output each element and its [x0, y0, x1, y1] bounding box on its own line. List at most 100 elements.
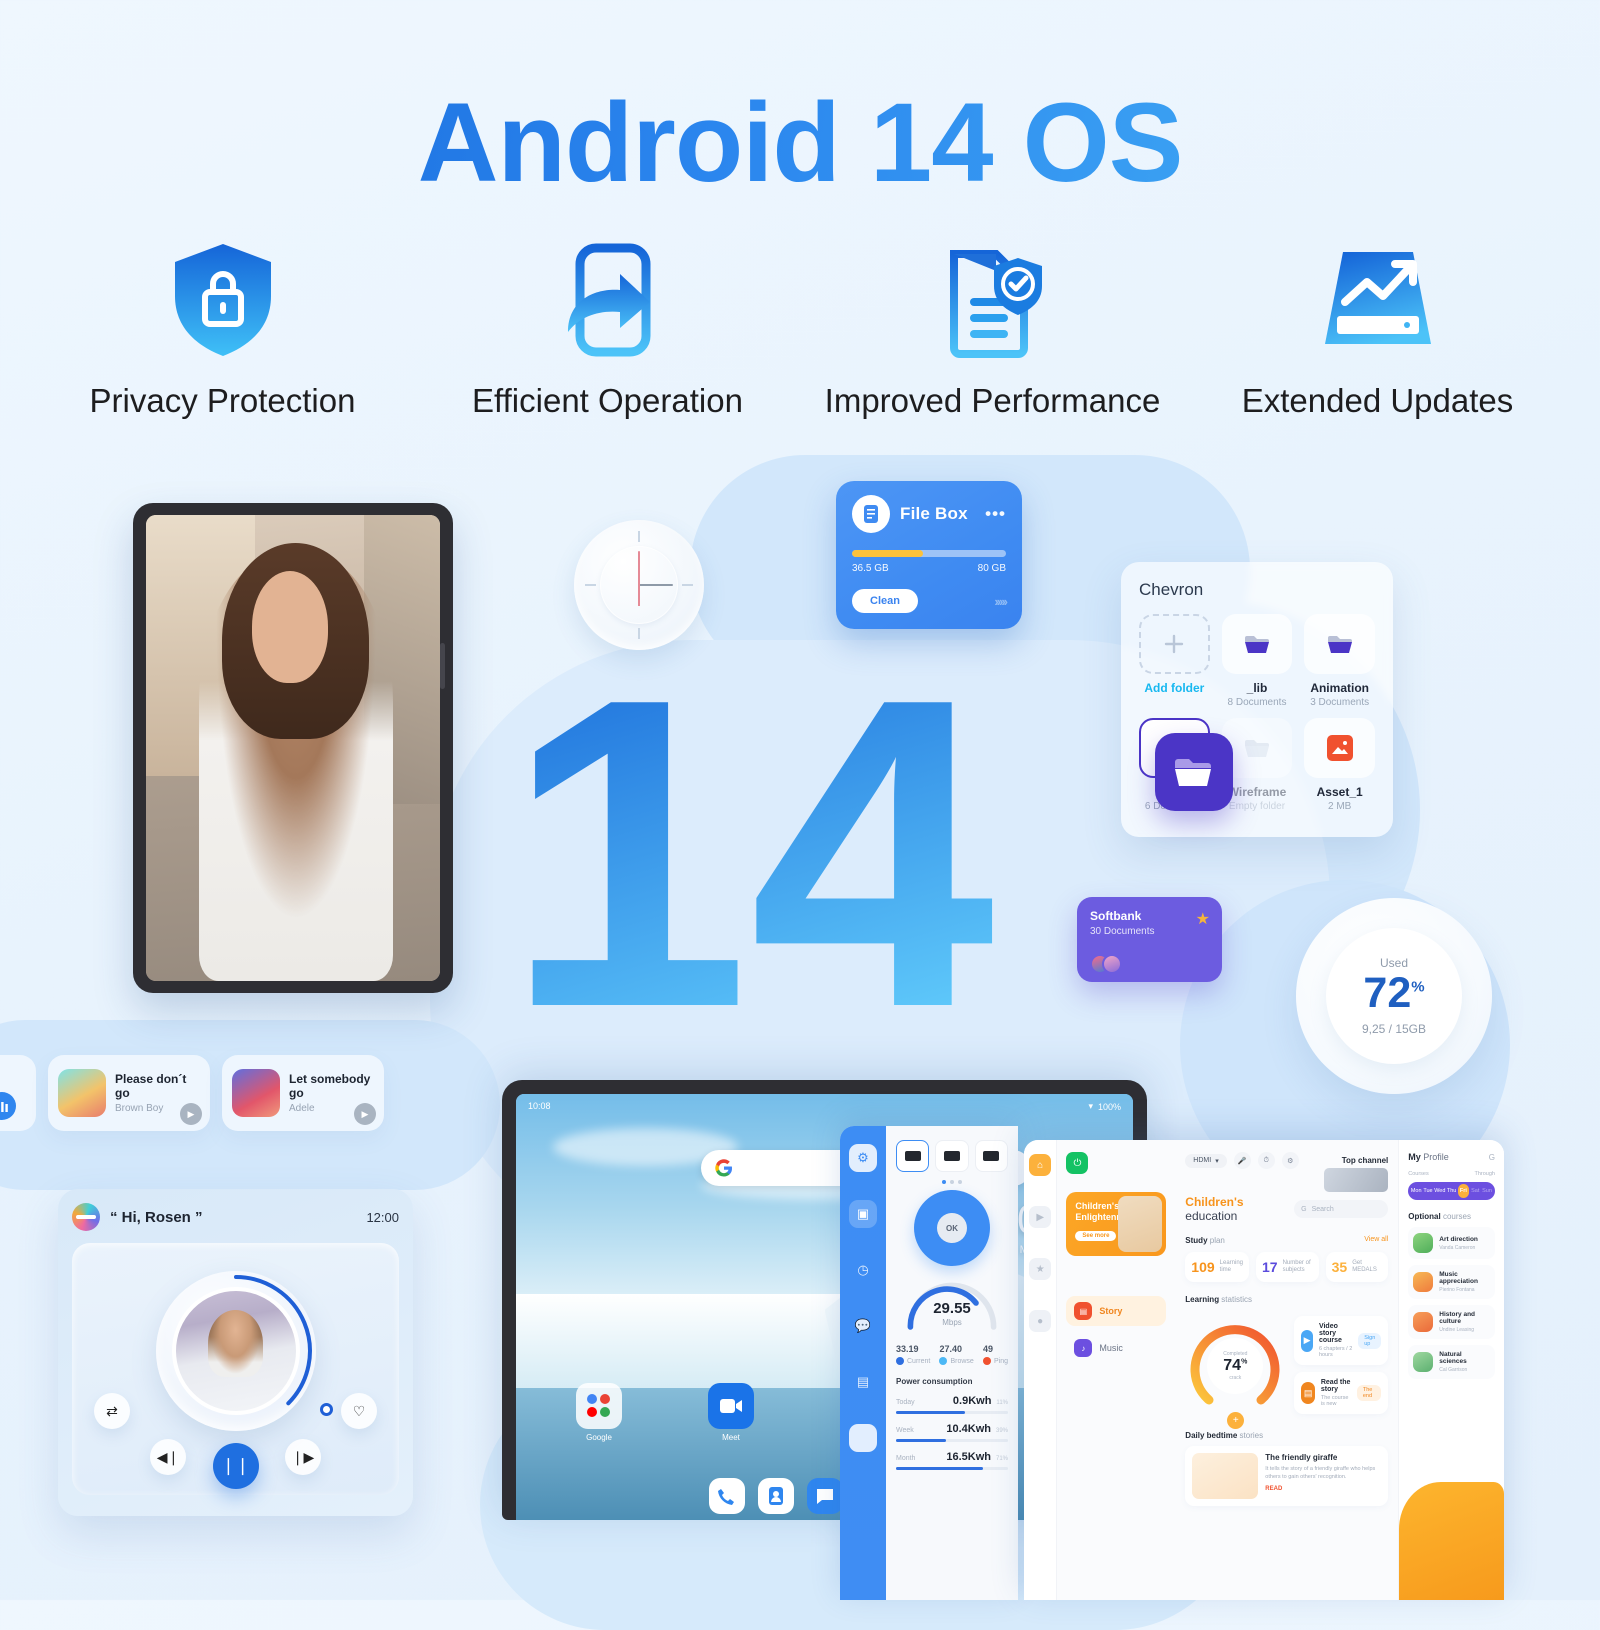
giraffe-footer-illustration [1399, 1482, 1504, 1600]
player-header: “ Hi, Rosen ” 12:00 [72, 1203, 399, 1231]
clock-tick [638, 531, 640, 542]
folder-sub: 3 Documents [1310, 697, 1370, 708]
profile-search-icon[interactable]: G [1489, 1153, 1495, 1162]
file-box-card[interactable]: File Box ••• 36.5 GB 80 GB Clean ››››› [836, 481, 1022, 629]
stat-card-medals[interactable]: 35 Get MEDALS [1325, 1252, 1389, 1282]
avatar-group [1090, 954, 1122, 974]
remote-control-dpad[interactable]: OK [914, 1190, 990, 1266]
device-option[interactable] [896, 1140, 930, 1172]
day-fri[interactable]: Fri [1457, 1184, 1470, 1198]
optional-course-music[interactable]: Music appreciation Pierino Fontana [1408, 1265, 1495, 1299]
sidebar-chat-icon[interactable]: 💬 [849, 1312, 877, 1340]
player-clock: 12:00 [366, 1209, 399, 1225]
song-card[interactable]: Please don´t go Brown Boy ▶ [48, 1055, 210, 1131]
read-link[interactable]: READ [1265, 1486, 1381, 1492]
day-sat[interactable]: Sat [1469, 1184, 1481, 1198]
view-all-link[interactable]: View all [1364, 1236, 1388, 1243]
shuffle-button[interactable]: ⇄ [94, 1393, 130, 1429]
optional-course-art[interactable]: Art direction Vanda Cameron [1408, 1227, 1495, 1259]
clock-widget [574, 520, 704, 650]
book-icon: ▤ [1301, 1382, 1315, 1404]
course-item-video[interactable]: ▶ Video story course 6 chapters / 2 hour… [1294, 1316, 1389, 1365]
optional-course-science[interactable]: Natural sciences Cal Garrison [1408, 1345, 1495, 1379]
play-icon[interactable]: ▶ [354, 1103, 376, 1125]
power-icon[interactable]: ⏻ [1066, 1152, 1089, 1174]
song-card-partial[interactable] [0, 1055, 36, 1131]
stat-card-learning-time[interactable]: 109 Learning time [1185, 1252, 1250, 1282]
course-tag[interactable]: Sign up [1358, 1332, 1382, 1349]
app-google[interactable]: Google [576, 1383, 622, 1442]
day-wed[interactable]: Wed [1434, 1184, 1446, 1198]
star-icon[interactable]: ★ [1196, 909, 1210, 929]
folder-item-animation[interactable]: Animation 3 Documents [1304, 614, 1375, 708]
sidebar-home-icon[interactable]: ⌂ [1029, 1154, 1052, 1176]
clock-minute-hand [638, 551, 640, 585]
carousel-dots[interactable] [896, 1180, 1008, 1184]
next-button[interactable]: ❘▶ [285, 1439, 321, 1475]
course-tag[interactable]: The end [1356, 1385, 1382, 1401]
sidebar-video-icon[interactable]: ▶ [1029, 1206, 1052, 1228]
search-input[interactable]: G Search [1294, 1200, 1389, 1218]
play-icon[interactable]: ▶ [180, 1103, 202, 1125]
hdmi-select[interactable]: HDMI ▾ [1185, 1153, 1227, 1168]
banner-button[interactable]: See more [1075, 1230, 1117, 1241]
device-option[interactable] [974, 1140, 1008, 1172]
stat-card-subjects[interactable]: 17 Number of subjects [1256, 1252, 1319, 1282]
app-meet[interactable]: Meet [708, 1383, 754, 1442]
day-mon[interactable]: Mon [1410, 1184, 1422, 1198]
sidebar-avatar[interactable] [849, 1424, 877, 1452]
progress-handle[interactable] [320, 1403, 333, 1416]
sidebar-clock-icon[interactable]: ◷ [849, 1256, 877, 1284]
dock-contacts-icon[interactable] [757, 1478, 794, 1514]
day-sun[interactable]: Sun [1481, 1184, 1493, 1198]
clean-button[interactable]: Clean [852, 589, 918, 613]
course-title: Read the story [1320, 1379, 1351, 1393]
power-pct: 39% [995, 1428, 1008, 1434]
menu-item-story[interactable]: ▤ Story [1066, 1296, 1167, 1326]
folder-item-lib[interactable]: _lib 8 Documents [1221, 614, 1293, 708]
ok-button[interactable]: OK [937, 1213, 967, 1243]
dot [942, 1180, 946, 1184]
sidebar-settings-icon[interactable]: ⚙ [849, 1144, 877, 1172]
page-title: Android 14 OS [0, 78, 1600, 207]
big-version-number: 14 [505, 685, 997, 1045]
dragged-folder-icon[interactable] [1155, 733, 1233, 811]
microphone-icon[interactable]: 🎤 [1233, 1152, 1251, 1169]
completion-center: Completed 74% crack [1207, 1338, 1264, 1394]
sidebar-calendar-icon[interactable]: ▤ [849, 1368, 877, 1396]
course-item-read[interactable]: ▤ Read the story The course is new The e… [1294, 1372, 1389, 1414]
dock-phone-icon[interactable] [708, 1478, 745, 1514]
course-text: Read the story The course is new [1321, 1379, 1351, 1407]
favorite-button[interactable]: ♡ [341, 1393, 377, 1429]
day-thu[interactable]: Thu [1446, 1184, 1458, 1198]
softbank-card[interactable]: Softbank 30 Documents ★ [1077, 897, 1222, 982]
optional-course-history[interactable]: History and culture Undine Leasing [1408, 1305, 1495, 1339]
enlightenment-banner[interactable]: Children's Enlightenment See more [1066, 1192, 1167, 1256]
add-button[interactable]: + [1227, 1412, 1245, 1429]
folder-item-asset-1[interactable]: Asset_1 2 MB [1304, 718, 1375, 812]
education-app: ⌂ ▶ ★ ● ⏻ Children's Enlightenment See m… [1024, 1140, 1504, 1600]
stat-number: 109 [1191, 1259, 1215, 1275]
gear-icon[interactable]: ⚙ [1281, 1152, 1299, 1169]
bedtime-story-card[interactable]: The friendly giraffe It tells the story … [1185, 1446, 1389, 1506]
course-teacher: Cal Garrison [1439, 1367, 1468, 1373]
tv-icon [983, 1151, 1000, 1161]
day-tue[interactable]: Tue [1422, 1184, 1434, 1198]
feature-label: Extended Updates [1241, 382, 1514, 419]
sidebar-star-icon[interactable]: ★ [1029, 1258, 1052, 1280]
more-options-icon[interactable]: ••• [985, 504, 1006, 524]
alarm-icon[interactable]: ⏱ [1257, 1152, 1275, 1169]
previous-button[interactable]: ◀❘ [150, 1439, 186, 1475]
sidebar-device-icon[interactable]: ▣ [849, 1200, 877, 1228]
network-stats: 33.19 Current 27.40 Browse 49 Ping [896, 1344, 1008, 1365]
sidebar-profile-icon[interactable]: ● [1029, 1310, 1052, 1332]
device-option[interactable] [935, 1140, 969, 1172]
battery-label: 100% [1097, 1101, 1121, 1112]
folder-item-add[interactable]: Add folder [1139, 614, 1210, 708]
dock-messages-icon[interactable] [806, 1478, 843, 1514]
pause-button[interactable]: ❘❘ [212, 1443, 259, 1489]
song-card[interactable]: Let somebody go Adele ▶ [222, 1055, 384, 1131]
menu-item-music[interactable]: ♪ Music [1066, 1333, 1166, 1363]
speed-gauge: 29.55 Mbps [896, 1278, 1008, 1336]
top-channel-thumbnail[interactable] [1324, 1168, 1389, 1192]
